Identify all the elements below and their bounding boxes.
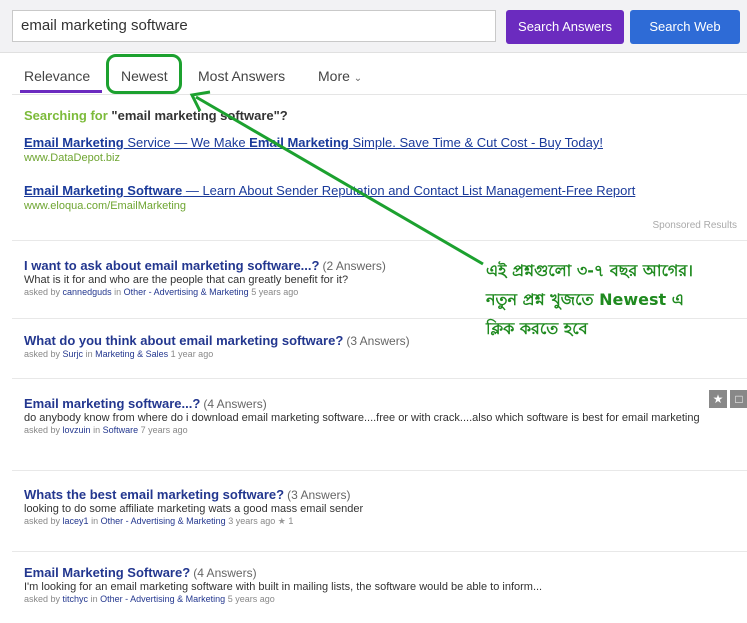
sponsored-result-url[interactable]: www.DataDepot.biz xyxy=(24,152,603,164)
asked-by-label: asked by xyxy=(24,425,61,435)
question-title[interactable]: Whats the best email marketing software? xyxy=(24,487,284,502)
answer-count: (4 Answers) xyxy=(193,566,257,580)
sponsored-result: Email Marketing Software — Learn About S… xyxy=(24,183,635,212)
asker-link[interactable]: lovzuin xyxy=(63,425,91,435)
searching-for-label: Searching for xyxy=(24,108,108,123)
ad-title-bold: Email Marketing Software xyxy=(24,183,183,198)
search-input[interactable]: email marketing software xyxy=(12,10,496,42)
category-link[interactable]: Other - Advertising & Marketing xyxy=(100,594,225,604)
asker-link[interactable]: titchyc xyxy=(63,594,89,604)
in-label: in xyxy=(93,425,101,435)
tab-more-label: More xyxy=(318,68,350,84)
answer-count: (4 Answers) xyxy=(203,397,267,411)
question-item: Email marketing software...? (4 Answers)… xyxy=(24,396,744,435)
question-meta: asked by titchyc in Other - Advertising … xyxy=(24,594,744,604)
asked-by-label: asked by xyxy=(24,516,61,526)
question-title[interactable]: What do you think about email marketing … xyxy=(24,333,343,348)
question-item: Email Marketing Software? (4 Answers) I'… xyxy=(24,565,744,604)
tabs-divider xyxy=(12,94,747,95)
sponsored-result-title[interactable]: Email Marketing Software — Learn About S… xyxy=(24,183,635,198)
question-meta: asked by Surjc in Marketing & Sales 1 ye… xyxy=(24,349,744,359)
in-label: in xyxy=(90,594,98,604)
ad-title-text: Simple. Save Time & Cut Cost - Buy Today… xyxy=(348,135,603,150)
answer-count: (3 Answers) xyxy=(287,488,351,502)
small-star-icon: ★ xyxy=(277,516,286,526)
asked-by-label: asked by xyxy=(24,349,61,359)
sponsored-result-title[interactable]: Email Marketing Service — We Make Email … xyxy=(24,135,603,150)
category-link[interactable]: Other - Advertising & Marketing xyxy=(124,287,249,297)
question-meta: asked by lovzuin in Software 7 years ago xyxy=(24,425,744,435)
searching-for-term: "email marketing software"? xyxy=(111,108,288,123)
newest-highlight-box xyxy=(106,54,182,94)
in-label: in xyxy=(85,349,93,359)
question-meta: asked by lacey1 in Other - Advertising &… xyxy=(24,516,744,527)
tab-more[interactable]: More ⌄ xyxy=(318,68,362,84)
answer-count: (2 Answers) xyxy=(322,259,386,273)
divider xyxy=(12,470,747,471)
asker-link[interactable]: Surjc xyxy=(63,349,84,359)
chevron-down-icon: ⌄ xyxy=(353,73,363,84)
question-description: I'm looking for an email marketing softw… xyxy=(24,581,543,593)
search-web-button[interactable]: Search Web xyxy=(630,10,740,44)
category-link[interactable]: Other - Advertising & Marketing xyxy=(101,516,226,526)
sponsored-result: Email Marketing Service — We Make Email … xyxy=(24,135,603,164)
search-answers-button[interactable]: Search Answers xyxy=(506,10,624,44)
tab-relevance[interactable]: Relevance xyxy=(24,68,90,84)
asked-by-label: asked by xyxy=(24,287,61,297)
star-count: 1 xyxy=(288,516,294,526)
category-link[interactable]: Marketing & Sales xyxy=(95,349,168,359)
divider xyxy=(12,240,747,241)
sponsored-results-label: Sponsored Results xyxy=(652,220,738,231)
question-description: do anybody know from where do i download… xyxy=(24,412,700,424)
ad-title-text: — Learn About Sender Reputation and Cont… xyxy=(182,183,636,198)
divider xyxy=(12,378,747,379)
ad-title-text: Service — We Make xyxy=(123,135,250,150)
in-label: in xyxy=(114,287,122,297)
question-age: 5 years ago xyxy=(251,287,299,297)
asker-link[interactable]: cannedguds xyxy=(63,287,112,297)
searching-for-line: Searching for "email marketing software"… xyxy=(24,108,288,123)
in-label: in xyxy=(91,516,99,526)
search-bar: email marketing software Search Answers … xyxy=(0,0,747,53)
annotation-note: এই প্রশ্নগুলো ৩-৭ বছর আগের। নতুন প্রশ্ন … xyxy=(486,256,747,343)
sponsored-result-url[interactable]: www.eloqua.com/EmailMarketing xyxy=(24,200,635,212)
question-age: 7 years ago xyxy=(140,425,188,435)
question-item: Whats the best email marketing software?… xyxy=(24,487,744,527)
question-age: 3 years ago xyxy=(228,516,276,526)
category-link[interactable]: Software xyxy=(103,425,139,435)
active-tab-underline xyxy=(20,90,102,93)
answer-count: (3 Answers) xyxy=(346,334,410,348)
annotation-line: ক্লিক করতে হবে xyxy=(486,319,588,338)
tab-most-answers[interactable]: Most Answers xyxy=(198,68,285,84)
asker-link[interactable]: lacey1 xyxy=(63,516,89,526)
question-title[interactable]: Email marketing software...? xyxy=(24,396,200,411)
divider xyxy=(12,551,747,552)
question-title[interactable]: Email Marketing Software? xyxy=(24,565,190,580)
ad-title-bold: Email Marketing xyxy=(249,135,349,150)
asked-by-label: asked by xyxy=(24,594,61,604)
annotation-line: নতুন প্রশ্ন খুজতে Newest এ xyxy=(486,290,684,309)
question-age: 1 year ago xyxy=(170,349,214,359)
question-title[interactable]: I want to ask about email marketing soft… xyxy=(24,258,319,273)
ad-title-bold: Email Marketing xyxy=(24,135,124,150)
annotation-line: এই প্রশ্নগুলো ৩-৭ বছর আগের। xyxy=(486,261,693,280)
question-age: 5 years ago xyxy=(227,594,275,604)
question-description: looking to do some affiliate marketing w… xyxy=(24,503,364,515)
